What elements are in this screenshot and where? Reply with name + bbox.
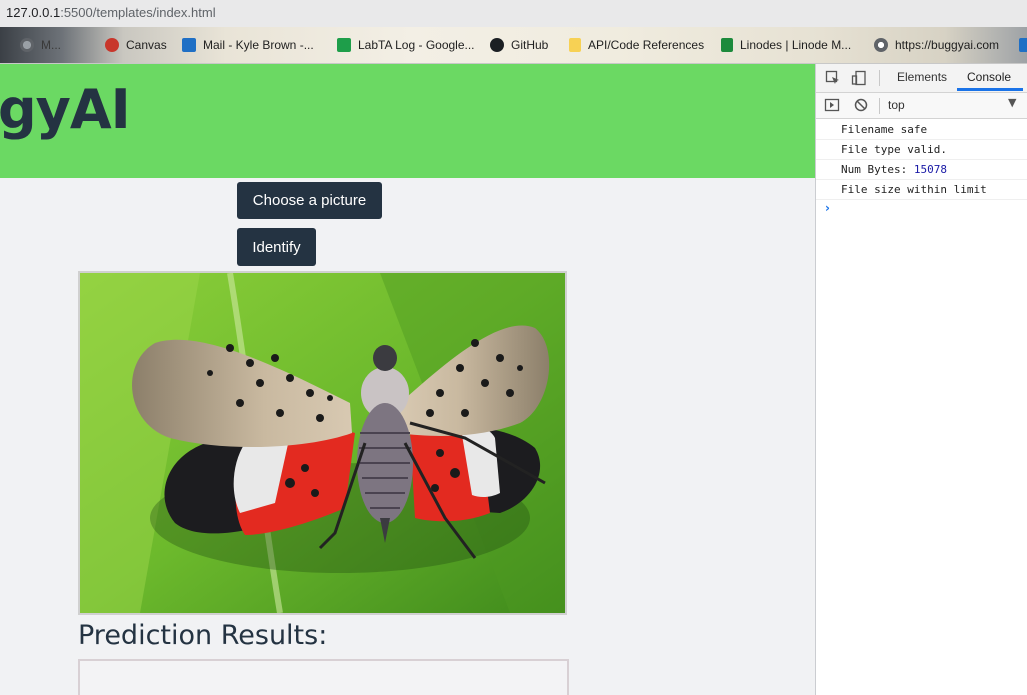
url-text[interactable]: 127.0.0.1:5500/templates/index.html — [6, 5, 216, 20]
prediction-results-heading: Prediction Results: — [78, 620, 328, 651]
github-icon — [490, 38, 504, 52]
context-selector[interactable]: top — [888, 98, 905, 112]
bookmark-label: https://buggyai.com — [895, 38, 1000, 52]
bookmark-label: GitHub — [511, 38, 549, 52]
url-host: 127.0.0.1 — [6, 5, 61, 20]
bookmark-label: Canvas — [126, 38, 167, 52]
bookmark-mail[interactable]: Mail - Kyle Brown -... — [182, 36, 314, 54]
outlook-icon — [182, 38, 196, 52]
globe-icon — [20, 38, 34, 52]
log-text: Num Bytes: 15078 — [841, 163, 947, 176]
tab-elements[interactable]: Elements — [897, 70, 947, 84]
url-path: :5500/templates/index.html — [60, 5, 216, 20]
bookmark-label: API/Code References — [588, 38, 705, 52]
prediction-results-box — [78, 659, 569, 695]
bookmark-linode[interactable]: Linodes | Linode M... — [721, 36, 851, 54]
site-brand[interactable]: gyAI — [0, 78, 131, 141]
log-text: File type valid. — [841, 143, 947, 156]
active-tab-indicator — [957, 88, 1023, 91]
toolbar-divider — [879, 98, 880, 114]
devtools-tab-bar: Elements Console — [816, 64, 1027, 93]
uploaded-insect-image — [78, 271, 567, 615]
bookmark-canvas[interactable]: Canvas — [105, 36, 167, 54]
inspect-element-icon[interactable] — [825, 70, 841, 86]
log-number: 15078 — [913, 163, 947, 176]
folder-icon — [569, 38, 581, 52]
linode-icon — [721, 38, 733, 52]
console-log-line: File size within limit — [816, 179, 1027, 200]
bookmark-labta[interactable]: LabTA Log - Google... — [337, 36, 475, 54]
bookmark-1[interactable]: M... — [20, 36, 61, 54]
bookmark-github[interactable]: GitHub — [490, 36, 548, 54]
outlook-icon — [1019, 38, 1027, 52]
console-log-line: Num Bytes: 15078 — [816, 159, 1027, 180]
console-toolbar: top ▼ — [816, 93, 1027, 119]
device-toolbar-icon[interactable] — [851, 70, 867, 86]
log-text: Filename safe — [841, 123, 928, 136]
devtools-panel: Elements Console top ▼ Filename safe Fil… — [815, 64, 1027, 695]
bookmark-api[interactable]: API/Code References — [569, 36, 704, 54]
show-sidebar-icon[interactable] — [824, 97, 840, 113]
site-header: gyAI — [0, 64, 815, 178]
choose-picture-button[interactable]: Choose a picture — [237, 182, 382, 219]
console-log-line: Filename safe — [816, 119, 1027, 140]
bookmark-buggyai[interactable]: https://buggyai.com — [874, 36, 999, 54]
chevron-down-icon[interactable]: ▼ — [1008, 96, 1016, 109]
bookmark-label: M... — [41, 38, 61, 52]
console-log-line: File type valid. — [816, 139, 1027, 160]
log-label: Num Bytes: — [841, 163, 914, 176]
bookmark-label: Linodes | Linode M... — [740, 38, 852, 52]
bookmarks-bar: M... Canvas Mail - Kyle Brown -... LabTA… — [0, 27, 1027, 64]
toolbar-divider — [879, 70, 880, 86]
clear-console-icon[interactable] — [853, 97, 869, 113]
tab-console[interactable]: Console — [967, 70, 1011, 84]
insect-photo-illustration — [80, 273, 565, 613]
address-bar[interactable]: 127.0.0.1:5500/templates/index.html — [0, 0, 1027, 27]
bookmark-label: LabTA Log - Google... — [358, 38, 475, 52]
globe-icon — [874, 38, 888, 52]
identify-button[interactable]: Identify — [237, 228, 316, 266]
web-page: gyAI Choose a picture Identify Predictio… — [0, 64, 815, 695]
bookmark-overflow[interactable] — [1019, 36, 1027, 54]
canvas-icon — [105, 38, 119, 52]
log-text: File size within limit — [841, 183, 987, 196]
bookmark-label: Mail - Kyle Brown -... — [203, 38, 314, 52]
sheets-icon — [337, 38, 351, 52]
console-prompt[interactable]: › — [825, 201, 830, 215]
